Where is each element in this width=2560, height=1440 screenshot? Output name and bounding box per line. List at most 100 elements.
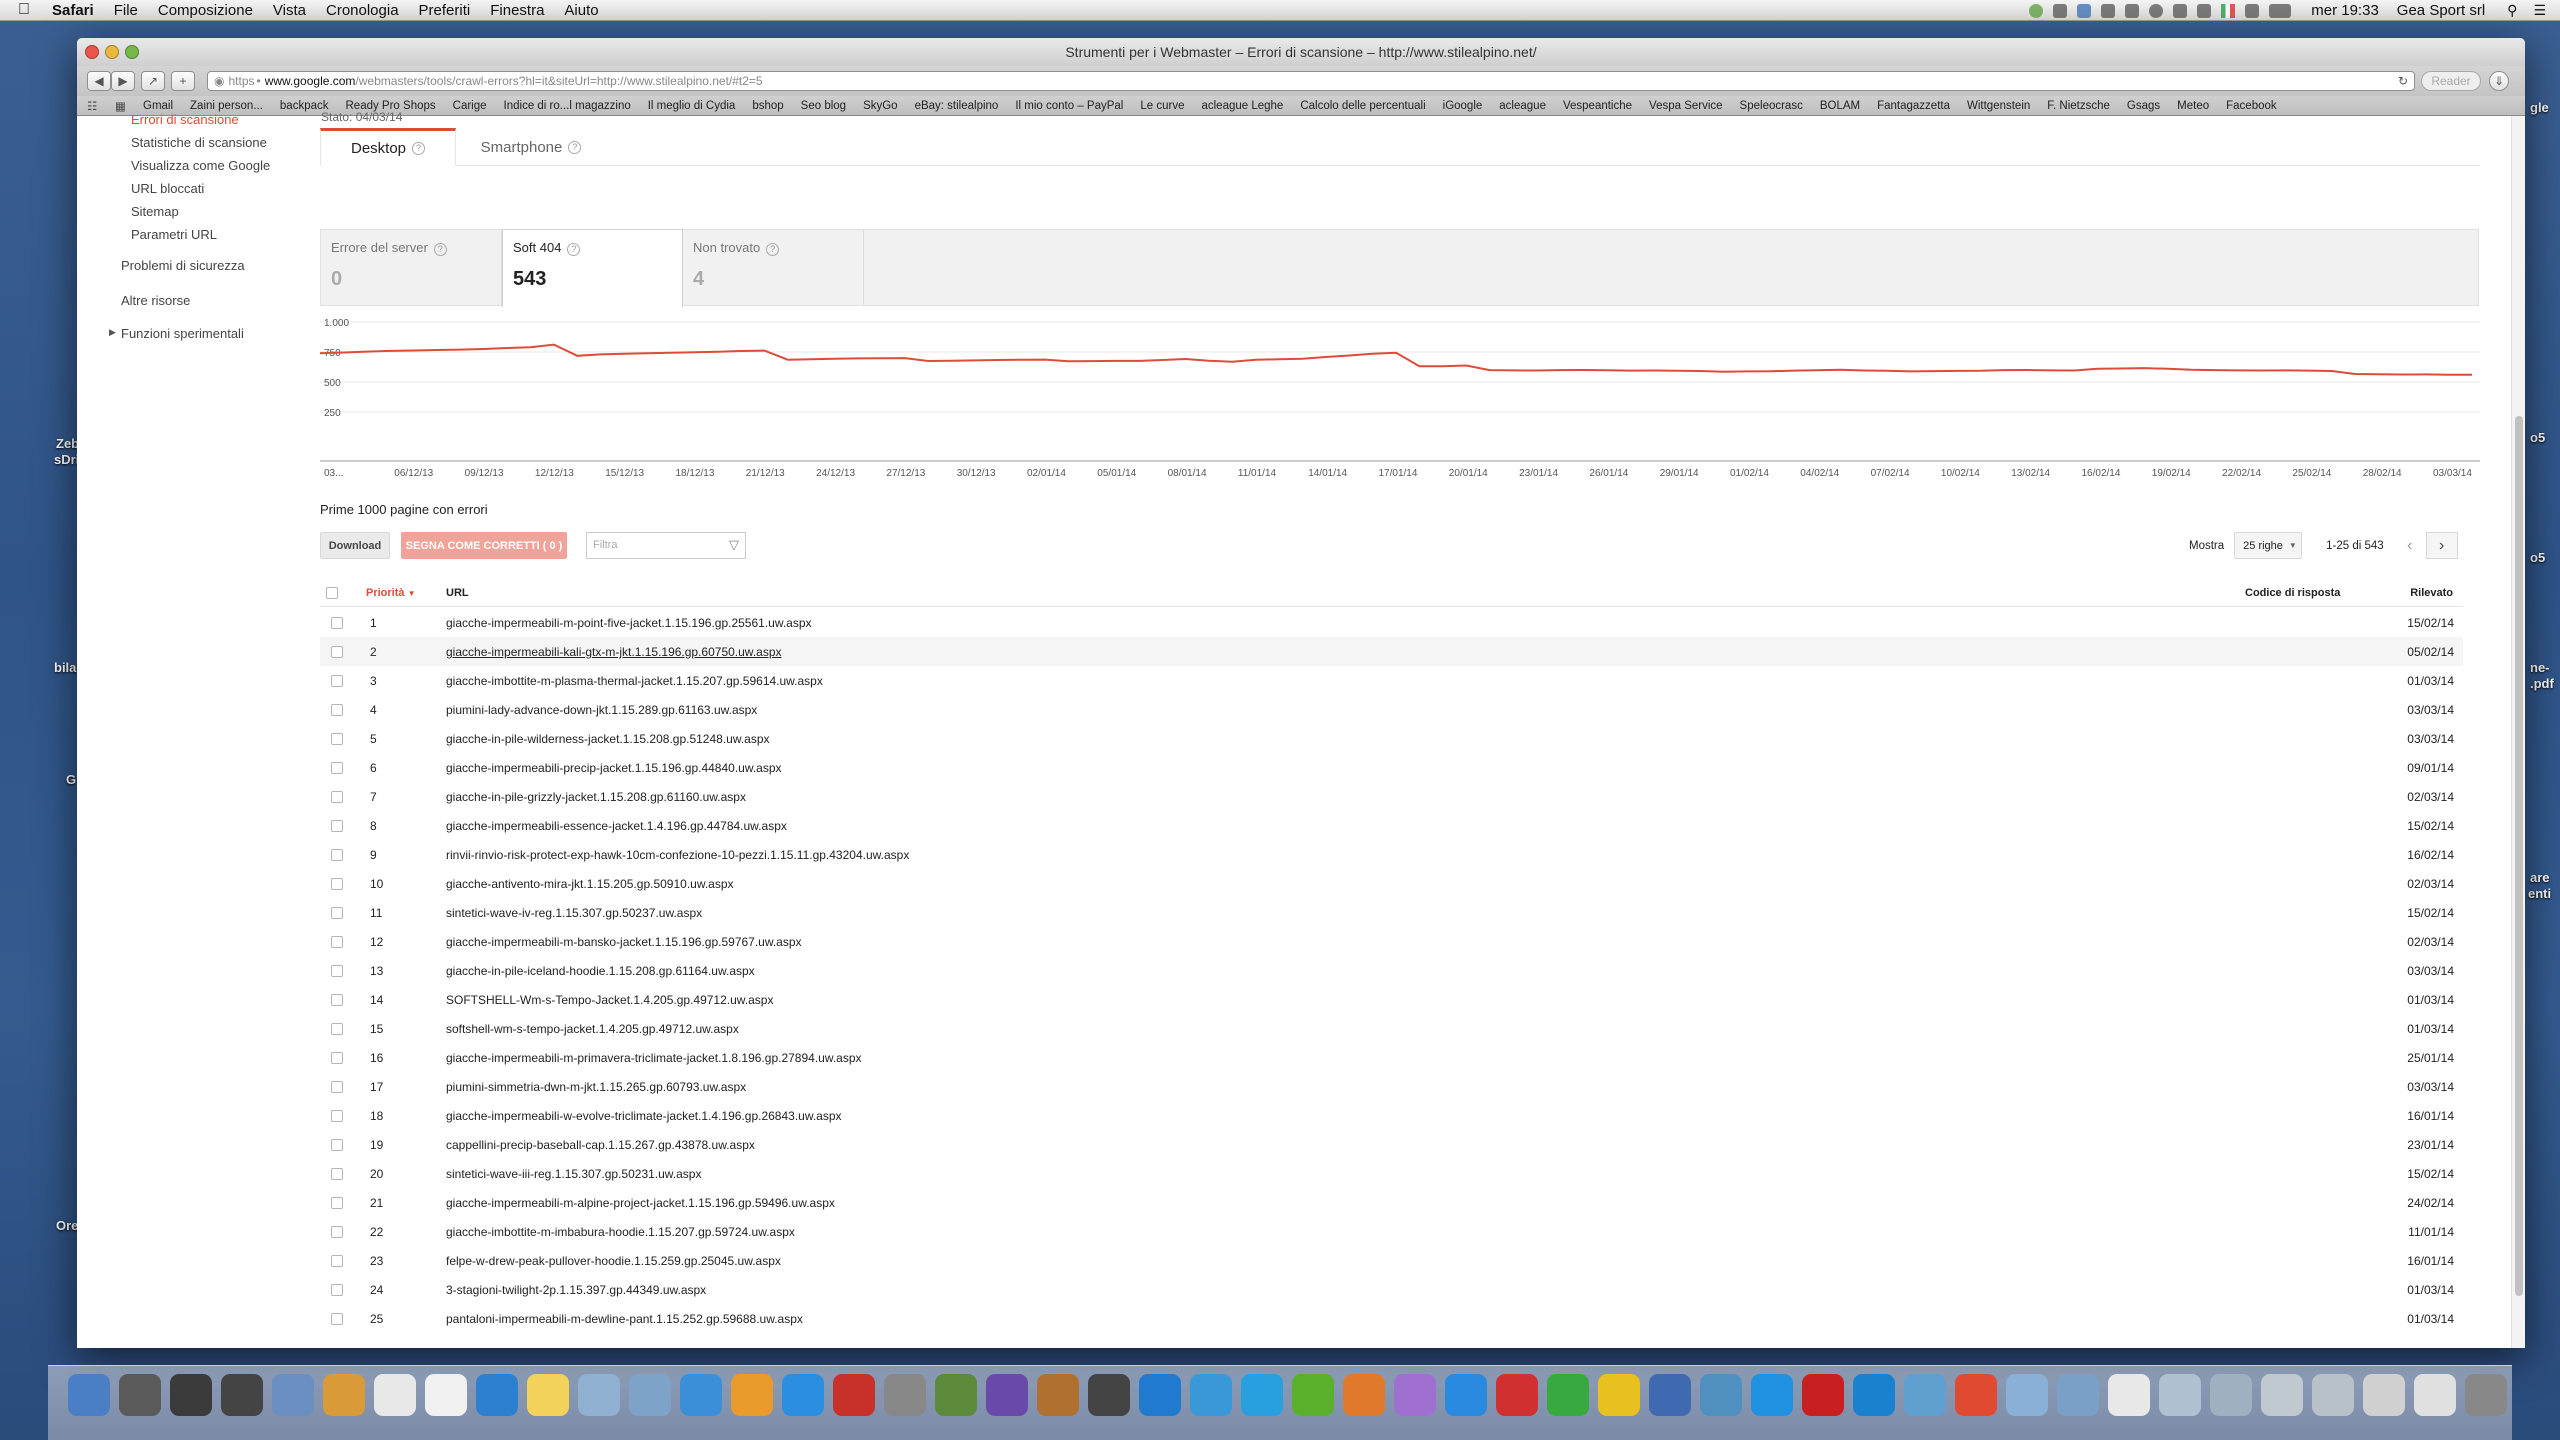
bluetooth-icon[interactable] xyxy=(2173,3,2188,18)
filter-input[interactable]: Filtra ▽ xyxy=(586,532,746,559)
table-row[interactable]: 14 SOFTSHELL-Wm-s-Tempo-Jacket.1.4.205.gp… xyxy=(320,985,2463,1014)
status-icon[interactable] xyxy=(2053,3,2068,18)
stat-server-error[interactable]: Errore del server? 0 xyxy=(321,230,502,306)
table-row[interactable]: 22 giacche-imbottite-m-imbabura-hoodie.1.… xyxy=(320,1217,2463,1246)
row-url[interactable]: pantaloni-impermeabili-m-dewline-pant.1.… xyxy=(446,1312,803,1326)
apple-menu-icon[interactable]:  xyxy=(18,1,38,19)
row-url[interactable]: giacche-imbottite-m-plasma-thermal-jacke… xyxy=(446,674,823,688)
help-icon[interactable]: ? xyxy=(433,243,447,256)
dock-app-icon[interactable] xyxy=(1241,1374,1283,1416)
row-url[interactable]: giacche-impermeabili-m-bansko-jacket.1.1… xyxy=(446,935,802,949)
select-all-checkbox[interactable] xyxy=(326,587,338,599)
dock-app-icon[interactable] xyxy=(68,1374,110,1416)
dock-app-icon[interactable] xyxy=(884,1374,926,1416)
row-checkbox[interactable] xyxy=(331,878,343,890)
menu-vista[interactable]: Vista xyxy=(273,2,306,19)
dock-app-icon[interactable] xyxy=(578,1374,620,1416)
page-scrollbar[interactable] xyxy=(2511,116,2525,1348)
dock-app-icon[interactable] xyxy=(2210,1374,2252,1416)
address-bar[interactable]: ◉ https • www.google.com /webmasters/too… xyxy=(207,71,2415,91)
menu-preferiti[interactable]: Preferiti xyxy=(419,2,471,19)
dock-app-icon[interactable] xyxy=(2261,1374,2303,1416)
dock-app-icon[interactable] xyxy=(170,1374,212,1416)
row-url[interactable]: giacche-antivento-mira-jkt.1.15.205.gp.5… xyxy=(446,877,734,891)
sidebar-item-altre-risorse[interactable]: Altre risorse xyxy=(121,293,190,308)
row-url[interactable]: giacche-impermeabili-m-point-five-jacket… xyxy=(446,616,812,630)
dock-app-icon[interactable] xyxy=(1496,1374,1538,1416)
dock-app-icon[interactable] xyxy=(935,1374,977,1416)
table-row[interactable]: 16 giacche-impermeabili-m-primavera-tricl… xyxy=(320,1043,2463,1072)
row-checkbox[interactable] xyxy=(331,704,343,716)
row-url[interactable]: giacche-impermeabili-essence-jacket.1.4.… xyxy=(446,819,787,833)
evernote-icon[interactable] xyxy=(2029,3,2044,18)
bookmark-item[interactable]: Meteo xyxy=(2177,100,2209,112)
table-row[interactable]: 4 piumini-lady-advance-down-jkt.1.15.289.… xyxy=(320,695,2463,724)
row-checkbox[interactable] xyxy=(331,1284,343,1296)
desktop-item-label[interactable]: Ore xyxy=(56,1218,78,1233)
dock-app-icon[interactable] xyxy=(2057,1374,2099,1416)
table-row[interactable]: 13 giacche-in-pile-iceland-hoodie.1.15.20… xyxy=(320,956,2463,985)
dock-app-icon[interactable] xyxy=(1904,1374,1946,1416)
sidebar-item-parametri-url[interactable]: Parametri URL xyxy=(131,227,217,242)
table-row[interactable]: 17 piumini-simmetria-dwn-m-jkt.1.15.265.g… xyxy=(320,1072,2463,1101)
dock-app-icon[interactable] xyxy=(476,1374,518,1416)
dock-app-icon[interactable] xyxy=(1955,1374,1997,1416)
row-checkbox[interactable] xyxy=(331,1081,343,1093)
table-row[interactable]: 23 felpe-w-drew-peak-pullover-hoodie.1.15… xyxy=(320,1246,2463,1275)
row-checkbox[interactable] xyxy=(331,994,343,1006)
bookmark-item[interactable]: acleague Leghe xyxy=(1201,100,1283,112)
forward-button[interactable]: ▶ xyxy=(111,71,135,91)
share-button[interactable]: ↗ xyxy=(141,71,165,91)
menu-finestra[interactable]: Finestra xyxy=(490,2,544,19)
desktop-item-label[interactable]: .pdf xyxy=(2530,676,2554,691)
bookmark-item[interactable]: Vespeantiche xyxy=(1563,100,1632,112)
bookmark-item[interactable]: Zaini person... xyxy=(190,100,263,112)
bookmark-item[interactable]: Vespa Service xyxy=(1649,100,1723,112)
dock-app-icon[interactable] xyxy=(2465,1374,2507,1416)
bookmark-item[interactable]: Gsags xyxy=(2127,100,2160,112)
row-checkbox[interactable] xyxy=(331,1255,343,1267)
bookmark-item[interactable]: Il mio conto – PayPal xyxy=(1015,100,1123,112)
help-icon[interactable]: ? xyxy=(766,243,780,256)
row-checkbox[interactable] xyxy=(331,965,343,977)
bookmark-item[interactable]: bshop xyxy=(752,100,783,112)
row-url[interactable]: giacche-impermeabili-w-evolve-triclimate… xyxy=(446,1109,842,1123)
row-checkbox[interactable] xyxy=(331,791,343,803)
dock-app-icon[interactable] xyxy=(527,1374,569,1416)
dock-app-icon[interactable] xyxy=(2312,1374,2354,1416)
menu-user-name[interactable]: Gea Sport srl xyxy=(2397,2,2485,19)
table-row[interactable]: 10 giacche-antivento-mira-jkt.1.15.205.gp… xyxy=(320,869,2463,898)
dock-app-icon[interactable] xyxy=(731,1374,773,1416)
dock-app-icon[interactable] xyxy=(323,1374,365,1416)
bookmark-item[interactable]: iGoogle xyxy=(1443,100,1483,112)
reader-button[interactable]: Reader xyxy=(2421,71,2481,91)
dock-app-icon[interactable] xyxy=(272,1374,314,1416)
stat-soft-404[interactable]: Soft 404? 543 xyxy=(502,229,683,307)
column-url[interactable]: URL xyxy=(446,587,469,599)
bookmark-item[interactable]: SkyGo xyxy=(863,100,898,112)
table-row[interactable]: 19 cappellini-precip-baseball-cap.1.15.26… xyxy=(320,1130,2463,1159)
row-checkbox[interactable] xyxy=(331,646,343,658)
bookmark-item[interactable]: Carige xyxy=(453,100,487,112)
table-row[interactable]: 24 3-stagioni-twilight-2p.1.15.397.gp.443… xyxy=(320,1275,2463,1304)
bookmark-item[interactable]: Speleocrasc xyxy=(1740,100,1803,112)
menu-file[interactable]: File xyxy=(114,2,138,19)
row-url[interactable]: giacche-in-pile-wilderness-jacket.1.15.2… xyxy=(446,732,770,746)
dock-app-icon[interactable] xyxy=(1292,1374,1334,1416)
dock-app-icon[interactable] xyxy=(782,1374,824,1416)
row-url[interactable]: SOFTSHELL-Wm-s-Tempo-Jacket.1.4.205.gp.4… xyxy=(446,993,773,1007)
dock-app-icon[interactable] xyxy=(2363,1374,2405,1416)
help-icon[interactable]: ? xyxy=(568,140,582,154)
sidebar-item-visualizza-come-google[interactable]: Visualizza come Google xyxy=(131,158,270,173)
window-icon[interactable] xyxy=(2125,3,2140,18)
row-checkbox[interactable] xyxy=(331,1139,343,1151)
row-url[interactable]: giacche-imbottite-m-imbabura-hoodie.1.15… xyxy=(446,1225,795,1239)
help-icon[interactable]: ? xyxy=(412,141,426,155)
battery-icon[interactable] xyxy=(2269,3,2292,18)
row-checkbox[interactable] xyxy=(331,820,343,832)
table-row[interactable]: 3 giacche-imbottite-m-plasma-thermal-jack… xyxy=(320,666,2463,695)
table-row[interactable]: 5 giacche-in-pile-wilderness-jacket.1.15.… xyxy=(320,724,2463,753)
table-row[interactable]: 6 giacche-impermeabili-precip-jacket.1.15… xyxy=(320,753,2463,782)
sidebar-item-errori-di-scansione[interactable]: Errori di scansione xyxy=(131,112,239,127)
reload-icon[interactable]: ↻ xyxy=(2398,74,2408,88)
